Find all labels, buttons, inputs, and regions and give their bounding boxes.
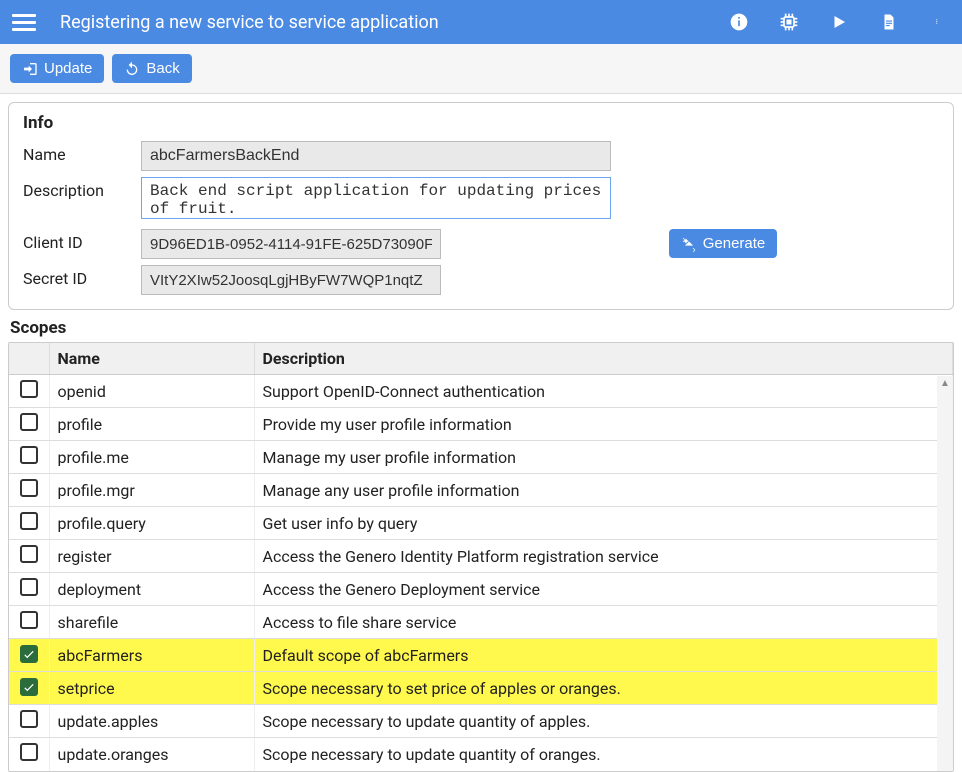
checkbox[interactable] — [20, 578, 38, 596]
scope-name: openid — [49, 375, 254, 408]
table-row[interactable]: abcFarmersDefault scope of abcFarmers — [9, 639, 953, 672]
more-icon[interactable] — [928, 11, 950, 33]
scope-name: register — [49, 540, 254, 573]
checkbox-cell — [9, 474, 49, 507]
checkbox[interactable] — [20, 479, 38, 497]
table-row[interactable]: openidSupport OpenID-Connect authenticat… — [9, 375, 953, 408]
scope-name: update.apples — [49, 705, 254, 738]
checkbox-cell — [9, 540, 49, 573]
client-id-label: Client ID — [23, 229, 133, 252]
table-row[interactable]: profile.meManage my user profile informa… — [9, 441, 953, 474]
update-button-label: Update — [44, 60, 92, 77]
scope-name: setprice — [49, 672, 254, 705]
table-row[interactable]: registerAccess the Genero Identity Platf… — [9, 540, 953, 573]
scope-name: sharefile — [49, 606, 254, 639]
action-toolbar: Update Back — [0, 44, 962, 94]
play-icon[interactable] — [828, 11, 850, 33]
scopes-panel: Scopes Name Description openidSupport Op… — [8, 318, 954, 772]
scope-description: Manage any user profile information — [254, 474, 953, 507]
col-header-checkbox — [9, 343, 49, 375]
document-icon[interactable] — [878, 11, 900, 33]
description-label: Description — [23, 177, 133, 200]
col-header-description[interactable]: Description — [254, 343, 953, 375]
name-field[interactable] — [141, 141, 611, 171]
scope-description: Default scope of abcFarmers — [254, 639, 953, 672]
menu-icon[interactable] — [12, 10, 36, 34]
col-header-name[interactable]: Name — [49, 343, 254, 375]
info-panel: Info Name Description Back end script ap… — [8, 102, 954, 310]
scopes-panel-title: Scopes — [10, 318, 952, 338]
checkbox-cell — [9, 672, 49, 705]
page-title: Registering a new service to service app… — [60, 12, 728, 33]
table-row[interactable]: profileProvide my user profile informati… — [9, 408, 953, 441]
back-button-label: Back — [146, 60, 179, 77]
info-icon[interactable] — [728, 11, 750, 33]
checkbox-cell — [9, 639, 49, 672]
scope-description: Manage my user profile information — [254, 441, 953, 474]
scope-description: Support OpenID-Connect authentication — [254, 375, 953, 408]
checkbox-cell — [9, 441, 49, 474]
scopes-table-wrap: Name Description openidSupport OpenID-Co… — [8, 342, 954, 772]
info-panel-title: Info — [23, 113, 939, 133]
scope-description: Provide my user profile information — [254, 408, 953, 441]
checkbox[interactable] — [20, 645, 38, 663]
scope-name: profile.me — [49, 441, 254, 474]
checkbox[interactable] — [20, 710, 38, 728]
table-row[interactable]: profile.queryGet user info by query — [9, 507, 953, 540]
scope-name: profile.mgr — [49, 474, 254, 507]
scope-name: profile.query — [49, 507, 254, 540]
update-button[interactable]: Update — [10, 54, 104, 83]
scope-description: Scope necessary to update quantity of ap… — [254, 705, 953, 738]
checkbox-cell — [9, 573, 49, 606]
name-label: Name — [23, 141, 133, 164]
table-row[interactable]: update.applesScope necessary to update q… — [9, 705, 953, 738]
top-bar-actions — [728, 11, 950, 33]
checkbox[interactable] — [20, 512, 38, 530]
generate-button[interactable]: Generate — [669, 229, 778, 258]
scope-name: deployment — [49, 573, 254, 606]
scope-name: abcFarmers — [49, 639, 254, 672]
secret-id-field[interactable] — [141, 265, 441, 295]
checkbox-cell — [9, 408, 49, 441]
scope-name: profile — [49, 408, 254, 441]
table-row[interactable]: setpriceScope necessary to set price of … — [9, 672, 953, 705]
checkbox[interactable] — [20, 545, 38, 563]
top-bar: Registering a new service to service app… — [0, 0, 962, 44]
table-row[interactable]: deploymentAccess the Genero Deployment s… — [9, 573, 953, 606]
scope-description: Scope necessary to set price of apples o… — [254, 672, 953, 705]
scroll-up-icon[interactable]: ▲ — [937, 376, 953, 390]
checkbox-cell — [9, 705, 49, 738]
scrollbar[interactable]: ▲ — [937, 376, 953, 771]
scope-description: Access the Genero Identity Platform regi… — [254, 540, 953, 573]
checkbox-cell — [9, 507, 49, 540]
checkbox[interactable] — [20, 380, 38, 398]
scope-description: Get user info by query — [254, 507, 953, 540]
checkbox[interactable] — [20, 678, 38, 696]
checkbox-cell — [9, 375, 49, 408]
scopes-table: Name Description openidSupport OpenID-Co… — [9, 343, 953, 771]
client-id-field[interactable] — [141, 229, 441, 259]
scope-description: Access the Genero Deployment service — [254, 573, 953, 606]
table-row[interactable]: profile.mgrManage any user profile infor… — [9, 474, 953, 507]
back-button[interactable]: Back — [112, 54, 191, 83]
chip-icon[interactable] — [778, 11, 800, 33]
scope-description: Access to file share service — [254, 606, 953, 639]
description-field[interactable]: Back end script application for updating… — [141, 177, 611, 219]
checkbox[interactable] — [20, 413, 38, 431]
generate-button-label: Generate — [703, 235, 766, 252]
checkbox[interactable] — [20, 446, 38, 464]
secret-id-label: Secret ID — [23, 265, 133, 288]
checkbox-cell — [9, 606, 49, 639]
checkbox[interactable] — [20, 611, 38, 629]
checkbox[interactable] — [20, 743, 38, 761]
table-row[interactable]: sharefileAccess to file share service — [9, 606, 953, 639]
